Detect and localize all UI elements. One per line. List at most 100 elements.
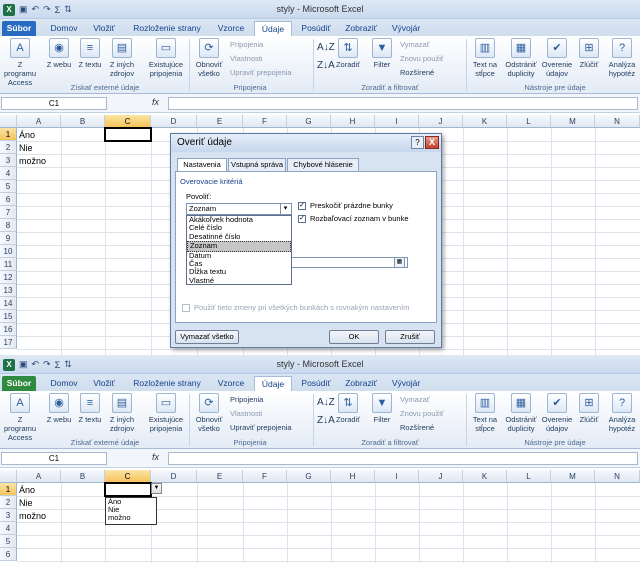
col-header-a[interactable]: A (17, 115, 61, 128)
cell-a1[interactable]: Áno (19, 130, 35, 140)
col-header-m[interactable]: M (551, 470, 595, 483)
sort-button[interactable]: ⇅ Zoradiť (334, 38, 362, 69)
existing-connections-button[interactable]: ▭ Existujúce pripojenia (146, 393, 186, 433)
cell-a1[interactable]: Áno (19, 485, 35, 495)
col-header-h[interactable]: H (331, 470, 375, 483)
filter-button[interactable]: ▼ Filter (368, 38, 396, 69)
filter-button[interactable]: ▼ Filter (368, 393, 396, 424)
formula-input[interactable] (168, 452, 638, 465)
consolidate-button[interactable]: ⊞ Zlúčiť (575, 38, 603, 69)
select-all-corner[interactable] (0, 470, 17, 483)
tab-review[interactable]: Posúdiť (296, 21, 336, 36)
row-header[interactable]: 1 (0, 483, 17, 496)
col-header-n[interactable]: N (595, 470, 640, 483)
row-header[interactable]: 4 (0, 167, 17, 180)
clear-all-button[interactable]: Vymazať všetko (175, 330, 239, 344)
ignore-blank-checkbox[interactable]: ✓ (298, 202, 306, 210)
col-header-b[interactable]: B (61, 115, 105, 128)
from-web-button[interactable]: ◉ Z webu (44, 393, 74, 424)
cell-dropdown-arrow-icon[interactable]: ▼ (151, 483, 162, 494)
row-header[interactable]: 10 (0, 245, 17, 258)
col-header-n[interactable]: N (595, 115, 640, 128)
col-header-d[interactable]: D (151, 115, 197, 128)
from-access-button[interactable]: AZ programu Access (2, 393, 38, 442)
from-web-button[interactable]: ◉ Z webu (44, 38, 74, 69)
row-header[interactable]: 1 (0, 128, 17, 141)
col-header-e[interactable]: E (197, 115, 243, 128)
col-header-m[interactable]: M (551, 115, 595, 128)
cell-a3[interactable]: možno (19, 156, 46, 166)
from-other-sources-button[interactable]: ▤ Z iných zdrojov (104, 38, 140, 78)
dropdown-option-mozno[interactable]: možno (106, 514, 156, 522)
edit-links-button[interactable]: Upraviť prepojenia (230, 68, 292, 77)
tab-page-layout[interactable]: Rozloženie strany (127, 376, 207, 391)
row-header[interactable]: 14 (0, 297, 17, 310)
sort-button[interactable]: ⇅ Zoradiť (334, 393, 362, 424)
tab-data[interactable]: Údaje (254, 21, 292, 36)
tab-formulas[interactable]: Vzorce (211, 376, 251, 391)
row-header[interactable]: 9 (0, 232, 17, 245)
tab-insert[interactable]: Vložiť (86, 21, 122, 36)
what-if-analysis-button[interactable]: ? Analýza hypotéz (605, 38, 639, 78)
cancel-button[interactable]: Zrušiť (385, 330, 435, 344)
connections-button[interactable]: Pripojenia (230, 395, 263, 404)
active-cell-c1[interactable] (104, 482, 152, 497)
col-header-i[interactable]: I (375, 470, 419, 483)
text-to-columns-button[interactable]: ▥ Text na stĺpce (468, 38, 502, 78)
tab-home[interactable]: Domov (44, 21, 84, 36)
tab-settings[interactable]: Nastavenia (177, 158, 227, 172)
allow-combo[interactable]: Zoznam ▾ (186, 203, 292, 215)
option-decimal[interactable]: Desatinné číslo (187, 232, 291, 241)
col-header-b[interactable]: B (61, 470, 105, 483)
tab-input-message[interactable]: Vstupná správa (228, 158, 286, 171)
remove-duplicates-button[interactable]: ▦ Odstrániť duplicity (502, 38, 540, 78)
col-header-g[interactable]: G (287, 115, 331, 128)
help-icon[interactable]: ? (411, 136, 424, 149)
col-header-i[interactable]: I (375, 115, 419, 128)
row-header[interactable]: 7 (0, 206, 17, 219)
cell-a2[interactable]: Nie (19, 143, 33, 153)
row-header[interactable]: 4 (0, 522, 17, 535)
tab-error-alert[interactable]: Chybové hlásenie (287, 158, 359, 171)
tab-data[interactable]: Údaje (254, 376, 292, 391)
reapply-button[interactable]: Znovu použiť (400, 54, 444, 63)
connections-button[interactable]: Pripojenia (230, 40, 263, 49)
chevron-down-icon[interactable]: ▾ (280, 204, 290, 214)
name-box[interactable]: C1 (1, 97, 107, 110)
tab-formulas[interactable]: Vzorce (211, 21, 251, 36)
formula-input[interactable] (168, 97, 638, 110)
data-validation-button[interactable]: ✔ Overenie údajov (539, 38, 575, 78)
range-picker-icon[interactable]: ▦ (394, 257, 405, 268)
col-header-h[interactable]: H (331, 115, 375, 128)
text-to-columns-button[interactable]: ▥ Text na stĺpce (468, 393, 502, 433)
clear-filter-button[interactable]: Vymazať (400, 40, 430, 49)
sort-za-icon[interactable]: Z↓A (317, 415, 335, 426)
col-header-g[interactable]: G (287, 470, 331, 483)
col-header-l[interactable]: L (507, 470, 551, 483)
cell-a3[interactable]: možno (19, 511, 46, 521)
col-header-d[interactable]: D (151, 470, 197, 483)
col-header-k[interactable]: K (463, 470, 507, 483)
cell-a2[interactable]: Nie (19, 498, 33, 508)
apply-all-checkbox[interactable] (182, 304, 190, 312)
sort-az-icon[interactable]: A↓Z (317, 397, 335, 408)
consolidate-button[interactable]: ⊞ Zlúčiť (575, 393, 603, 424)
dialog-title-bar[interactable]: Overiť údaje ? X (171, 134, 441, 152)
tab-view[interactable]: Zobraziť (340, 376, 382, 391)
fx-icon[interactable]: fx (152, 452, 159, 462)
tab-developer[interactable]: Vývojár (386, 21, 426, 36)
data-validation-button[interactable]: ✔ Overenie údajov (539, 393, 575, 433)
close-icon[interactable]: X (425, 136, 439, 149)
col-header-f[interactable]: F (243, 115, 287, 128)
edit-links-button[interactable]: Upraviť prepojenia (230, 423, 292, 432)
row-header[interactable]: 13 (0, 284, 17, 297)
what-if-analysis-button[interactable]: ? Analýza hypotéz (605, 393, 639, 433)
remove-duplicates-button[interactable]: ▦ Odstrániť duplicity (502, 393, 540, 433)
properties-button[interactable]: Vlastnosti (230, 409, 263, 418)
tab-view[interactable]: Zobraziť (340, 21, 382, 36)
tab-file[interactable]: Súbor (2, 376, 36, 391)
active-cell-c1[interactable] (104, 127, 152, 142)
sort-az-icon[interactable]: A↓Z (317, 42, 335, 53)
option-date[interactable]: Dátum (187, 251, 291, 260)
from-text-button[interactable]: ≡ Z textu (76, 38, 104, 69)
